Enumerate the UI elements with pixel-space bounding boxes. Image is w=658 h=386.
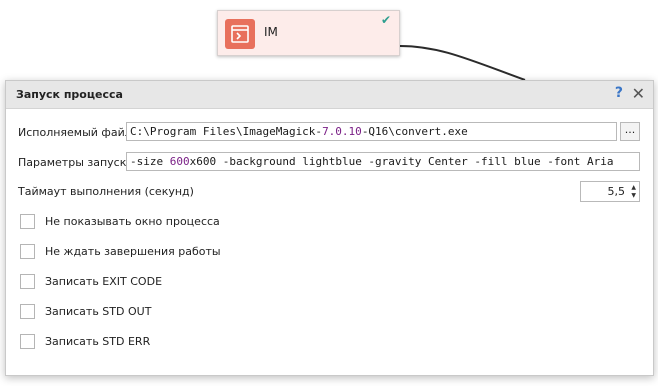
checkbox-box[interactable]: [20, 274, 35, 289]
close-icon[interactable]: ✕: [632, 84, 645, 103]
params-label: Параметры запуска: [18, 156, 134, 169]
success-check-icon: ✔: [380, 13, 391, 27]
executable-label: Исполняемый файл: [18, 126, 132, 139]
dialog-header: Запуск процесса ? ✕: [6, 81, 653, 109]
launch-params-field[interactable]: -size 600x600 -background lightblue -gra…: [126, 152, 640, 171]
spin-down-icon[interactable]: ▼: [631, 192, 636, 199]
timeout-value: 5,5: [607, 185, 626, 198]
browse-button[interactable]: ...: [620, 122, 640, 141]
timeout-stepper[interactable]: 5,5 ▲ ▼: [580, 181, 640, 202]
checkbox-box[interactable]: [20, 304, 35, 319]
timeout-label: Таймаут выполнения (секунд): [18, 185, 194, 198]
checkbox-box[interactable]: [20, 244, 35, 259]
executable-path-field[interactable]: C:\Program Files\ImageMagick-7.0.10-Q16\…: [126, 122, 617, 141]
node-label: IM: [264, 25, 278, 39]
checkbox-label: Не показывать окно процесса: [45, 215, 220, 228]
workflow-node-im[interactable]: IM ✔: [217, 10, 400, 56]
dialog-title: Запуск процесса: [16, 88, 123, 101]
spin-up-icon[interactable]: ▲: [631, 184, 636, 191]
checkbox-label: Записать STD ERR: [45, 335, 151, 348]
help-icon[interactable]: ?: [615, 85, 623, 101]
checkbox-label: Записать STD OUT: [45, 305, 152, 318]
checkbox-box[interactable]: [20, 334, 35, 349]
checkbox-label: Не ждать завершения работы: [45, 245, 221, 258]
checkbox-box[interactable]: [20, 214, 35, 229]
process-run-icon: [225, 19, 255, 49]
run-process-dialog: Запуск процесса ? ✕ Исполняемый файл C:\…: [5, 80, 654, 376]
checkbox-label: Записать EXIT CODE: [45, 275, 163, 288]
